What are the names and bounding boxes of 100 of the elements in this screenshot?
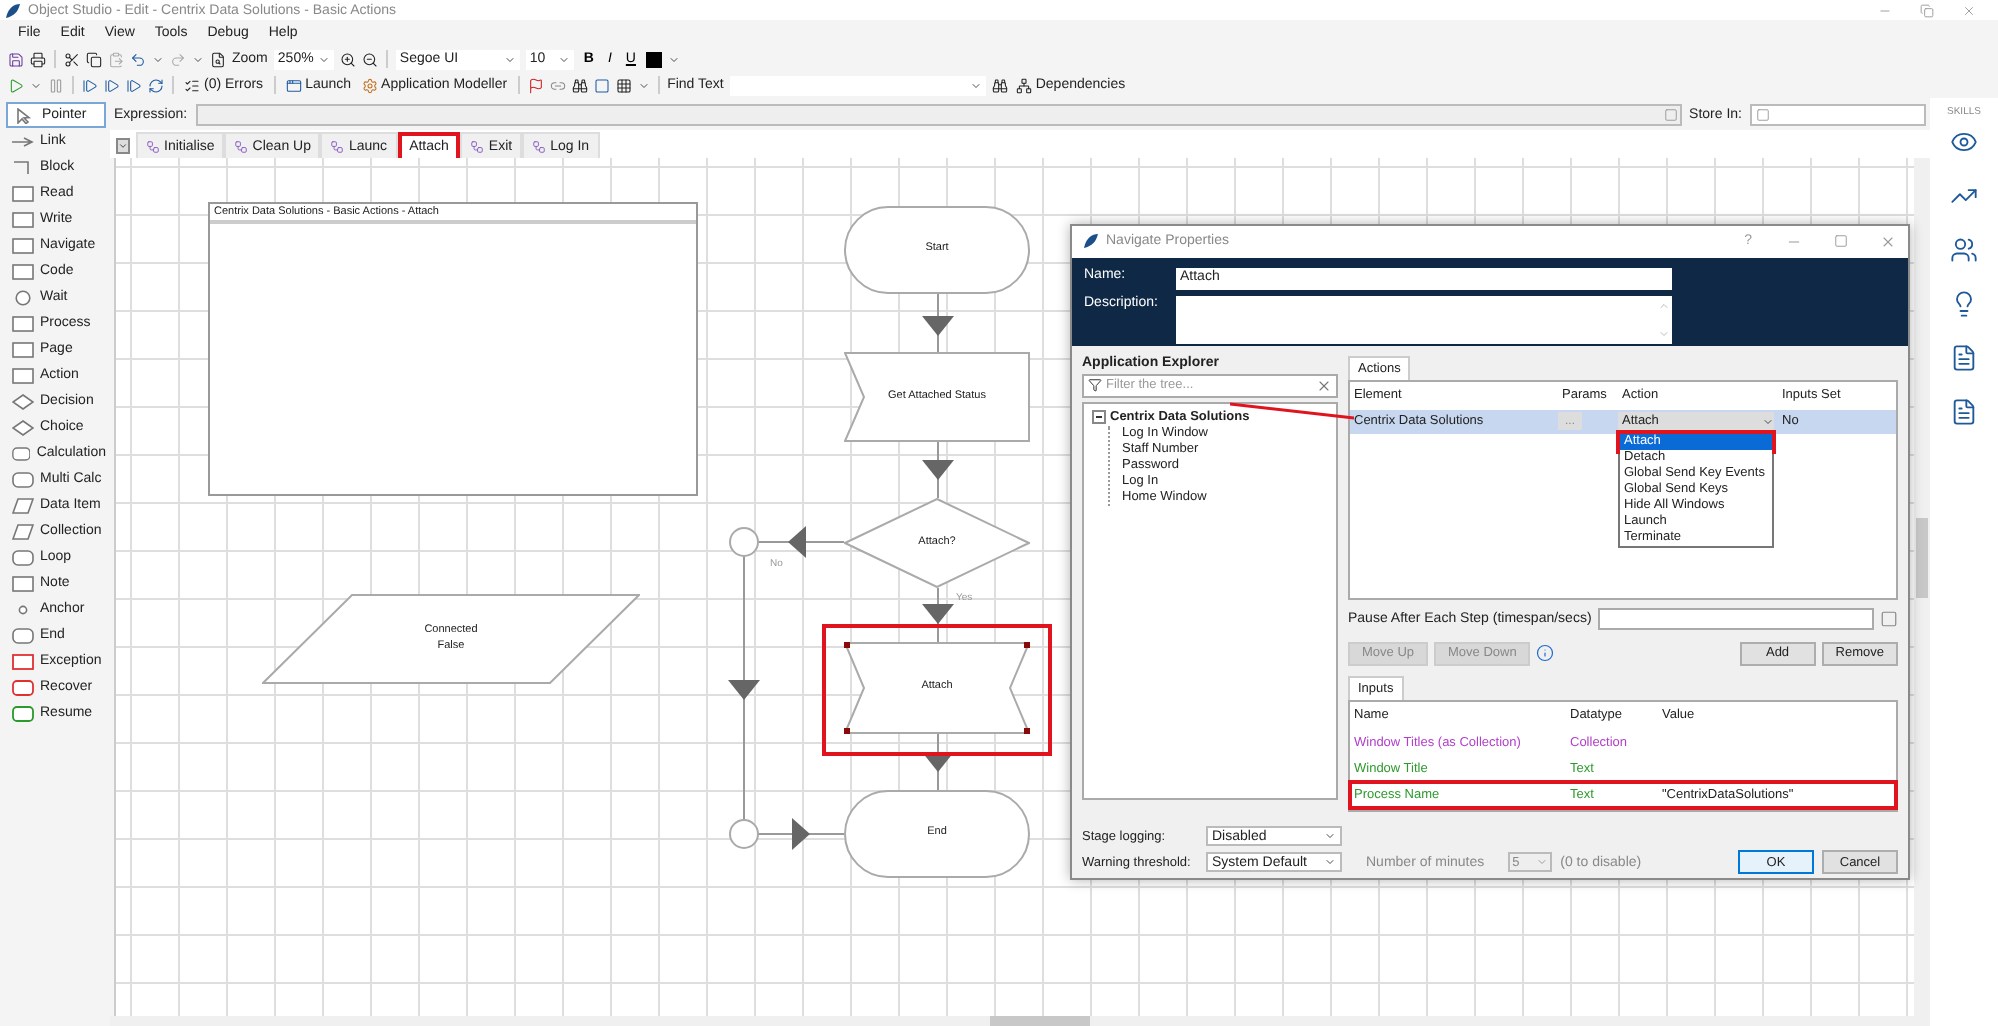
step-icon [104,77,120,93]
expression-field[interactable] [195,103,1682,125]
save-icon [8,51,24,67]
stage-shape-icon [12,185,34,201]
restore-icon [1920,3,1934,17]
spin-icon [1536,856,1549,868]
paste-icon [108,51,124,67]
diagram-icon [330,139,345,153]
diagram-icon [234,139,249,153]
print-icon [30,51,46,67]
refresh-icon [148,77,164,93]
filter-icon [1088,378,1102,393]
exception-shape-icon [12,653,34,669]
connector-arrow [922,587,954,643]
stage-shape-icon [12,315,34,331]
scroll-down-icon [1658,327,1670,340]
diamond-shape-icon [12,393,34,409]
redo-icon [170,51,186,67]
caret-icon [557,53,570,65]
caret-icon [30,79,42,91]
find-text-field[interactable] [729,75,986,95]
scrollbar-thumb[interactable] [990,1016,1090,1026]
clear-icon [1316,377,1332,394]
info-icon [1536,644,1555,663]
tabs-menu-button[interactable] [116,138,130,154]
window-icon [285,77,302,93]
binoculars-icon [991,77,1008,93]
caret-icon [1324,830,1336,842]
close-icon [1962,3,1976,17]
caret-icon [192,53,204,65]
resume-shape-icon [12,705,34,721]
diagram-icon [470,139,485,153]
zoom-in-icon [339,51,356,67]
checkbox-icon [1756,107,1770,121]
document-icon [1950,398,1978,426]
caret-icon [969,79,982,91]
rounded-shape-icon [12,445,31,461]
flag-icon [527,77,544,93]
parallelogram-shape-icon [12,497,34,513]
caret-icon [317,53,330,65]
diamond-shape-icon [12,419,34,435]
document-icon [1950,344,1978,372]
caret-icon [503,53,516,65]
description-field[interactable] [1176,295,1672,344]
binoculars-icon [571,77,588,93]
page-icon [210,51,226,67]
rounded-shape-icon [12,627,34,643]
play-icon [8,77,24,93]
caret-icon [667,53,680,65]
network-icon [1015,77,1032,93]
parallelogram-shape-icon [12,523,34,539]
recover-shape-icon [12,679,34,695]
app-logo-icon [6,3,20,17]
cut-icon [64,51,80,67]
stage-shape-icon [12,263,34,279]
circle-shape-icon [12,289,34,305]
caret-icon [152,53,164,65]
lightbulb-icon [1950,290,1978,318]
link-shape-icon [12,133,34,149]
stage-shape-icon [12,367,34,383]
connector-arrow [922,441,954,499]
collapse-icon[interactable] [1092,410,1106,425]
rounded-shape-icon [12,471,34,487]
font-color-swatch[interactable] [645,51,662,67]
people-icon [1950,236,1978,264]
scrollbar-thumb[interactable] [1916,518,1928,598]
store-in-field[interactable] [1750,103,1926,125]
stage-shape-icon [12,575,34,591]
rounded-shape-icon [12,549,34,565]
connector-arrow [922,293,954,353]
app-logo-icon [1084,234,1098,249]
maximize-icon [1834,234,1848,249]
stage-shape-icon [12,341,34,357]
pause-icon [48,77,64,93]
caret-icon [1324,856,1336,868]
grid-icon [615,77,632,93]
diagram-icon [532,139,547,153]
anchor-node [729,819,759,849]
step-icon [82,77,98,93]
list-icon [184,77,200,93]
stage-shape-icon [12,237,34,253]
stage-shape-icon [12,211,34,227]
eye-icon [1950,128,1978,156]
zoom-out-icon [361,51,378,67]
pointer-shape-icon [14,107,36,123]
block-shape-icon [12,159,34,175]
close-icon [1880,233,1896,250]
undo-icon [130,51,146,67]
caret-icon [118,140,128,152]
copy-icon [86,51,102,67]
anchor-node [729,527,759,557]
step-icon [126,77,142,93]
pause-field[interactable] [1597,608,1874,631]
caret-icon [1762,415,1774,428]
caret-icon [637,79,650,91]
gear-icon [361,77,378,93]
link-icon [549,77,566,93]
diagram-icon [146,139,160,153]
square-icon [593,77,610,93]
scroll-up-icon [1658,299,1670,312]
